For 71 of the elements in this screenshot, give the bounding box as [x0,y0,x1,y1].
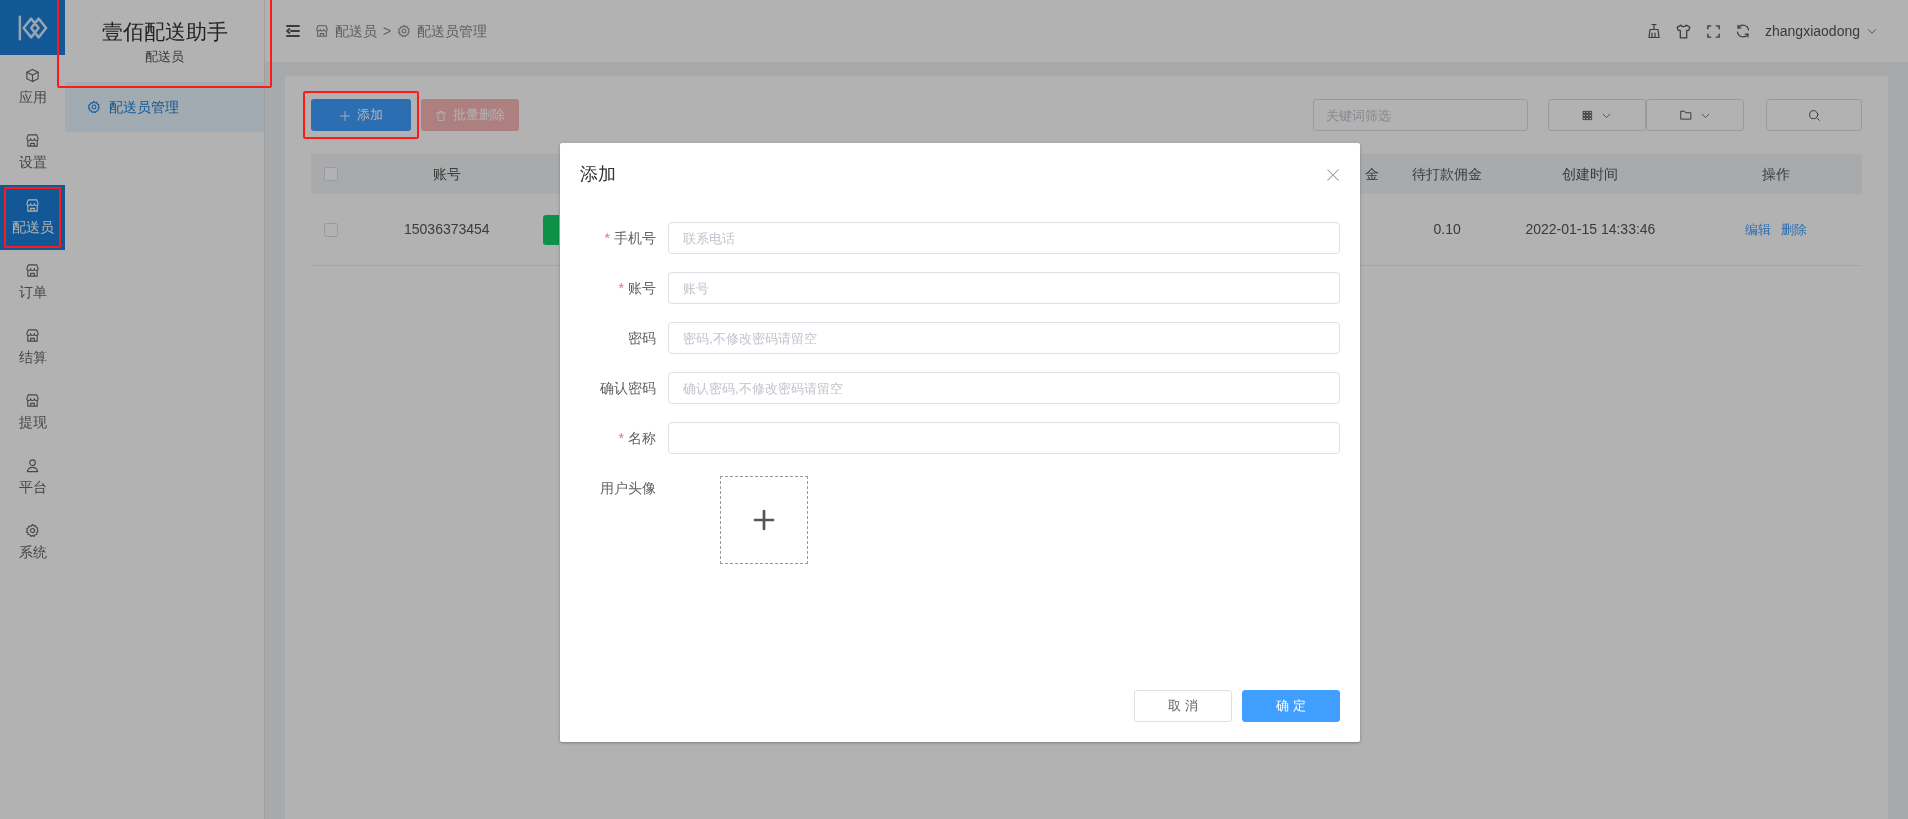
field-label: 密码 [628,329,656,346]
checkbox[interactable] [323,167,338,181]
required-mark: * [604,229,610,246]
app-subtitle: 配送员 [145,48,184,66]
nav-item[interactable]: 应用 [0,55,65,120]
status-tag [543,214,560,245]
search-icon [1807,108,1821,122]
field-label: 确认密码 [600,379,656,396]
field-label: 名称 [628,429,656,446]
column-header: 创建时间 [1562,165,1619,182]
store-icon [25,262,40,278]
input-field[interactable] [668,422,1340,454]
settings-icon [87,100,101,114]
nav-item[interactable]: 设置 [0,120,65,185]
input-field[interactable]: 密码,不修改密码请留空 [668,322,1340,354]
nav-item[interactable]: 平台 [0,445,65,510]
user-icon [25,457,40,473]
folder-icon [1679,109,1692,121]
edit-link[interactable]: 编辑 [1744,222,1771,237]
shirt-icon[interactable] [1675,22,1692,40]
add-button[interactable]: 添加 [311,99,411,131]
dialog-title: 添加 [580,163,616,186]
breadcrumb-separator: > [383,21,392,41]
column-picker-dropdown[interactable] [1548,99,1646,131]
cancel-button[interactable]: 取 消 [1134,690,1232,722]
close-icon[interactable] [1326,167,1340,182]
column-header: 账号 [432,165,461,182]
settings-icon [397,24,412,38]
nav-item[interactable]: 系统 [0,510,65,575]
breadcrumb-item[interactable]: 配送员管理 [417,20,488,42]
breadcrumb-item[interactable]: 配送员 [335,20,377,42]
field-label: 用户头像 [600,480,656,496]
store-icon [25,392,40,408]
cube-icon [25,67,40,83]
input-field[interactable]: 账号 [668,272,1340,304]
table-cell: 15036373454 [404,221,490,237]
column-header: 待打款佣金 [1412,165,1483,182]
plus-icon [338,109,351,122]
submenu-item[interactable]: 配送员管理 [65,82,264,132]
settings-icon [25,522,40,538]
app-title: 壹佰配送助手 [101,18,228,45]
upload-box[interactable] [720,476,808,564]
table-cell: 2022-01-15 14:33:46 [1525,221,1656,237]
input-field[interactable]: 确认密码,不修改密码请留空 [668,372,1340,404]
brush-icon[interactable] [1645,23,1661,39]
nav-item[interactable]: 提现 [0,380,65,445]
required-mark: * [618,279,624,296]
field-label: 账号 [628,279,656,296]
user-menu[interactable]: zhangxiaodong [1765,20,1878,42]
store-icon [25,327,40,343]
plus-icon [752,508,776,532]
field-label: 手机号 [614,229,656,246]
column-header: 操作 [1761,165,1790,182]
grid-icon [1582,109,1593,121]
fullscreen-icon[interactable] [1706,23,1721,39]
store-icon [315,24,329,38]
export-dropdown[interactable] [1646,99,1744,131]
delete-link[interactable]: 删除 [1780,222,1807,237]
required-mark: * [618,429,624,446]
checkbox[interactable] [323,222,338,237]
nav-item[interactable]: 订单 [0,250,65,315]
trash-icon [434,109,447,122]
nav-item[interactable]: 结算 [0,315,65,380]
refresh-icon[interactable] [1735,23,1751,39]
store-icon [25,197,40,213]
store-icon [25,132,40,148]
confirm-button[interactable]: 确 定 [1242,690,1340,722]
input-field[interactable]: 联系电话 [668,222,1340,254]
menu-icon[interactable] [285,23,301,39]
column-header: 金 [1365,165,1380,182]
table-cell: 0.10 [1433,221,1461,237]
